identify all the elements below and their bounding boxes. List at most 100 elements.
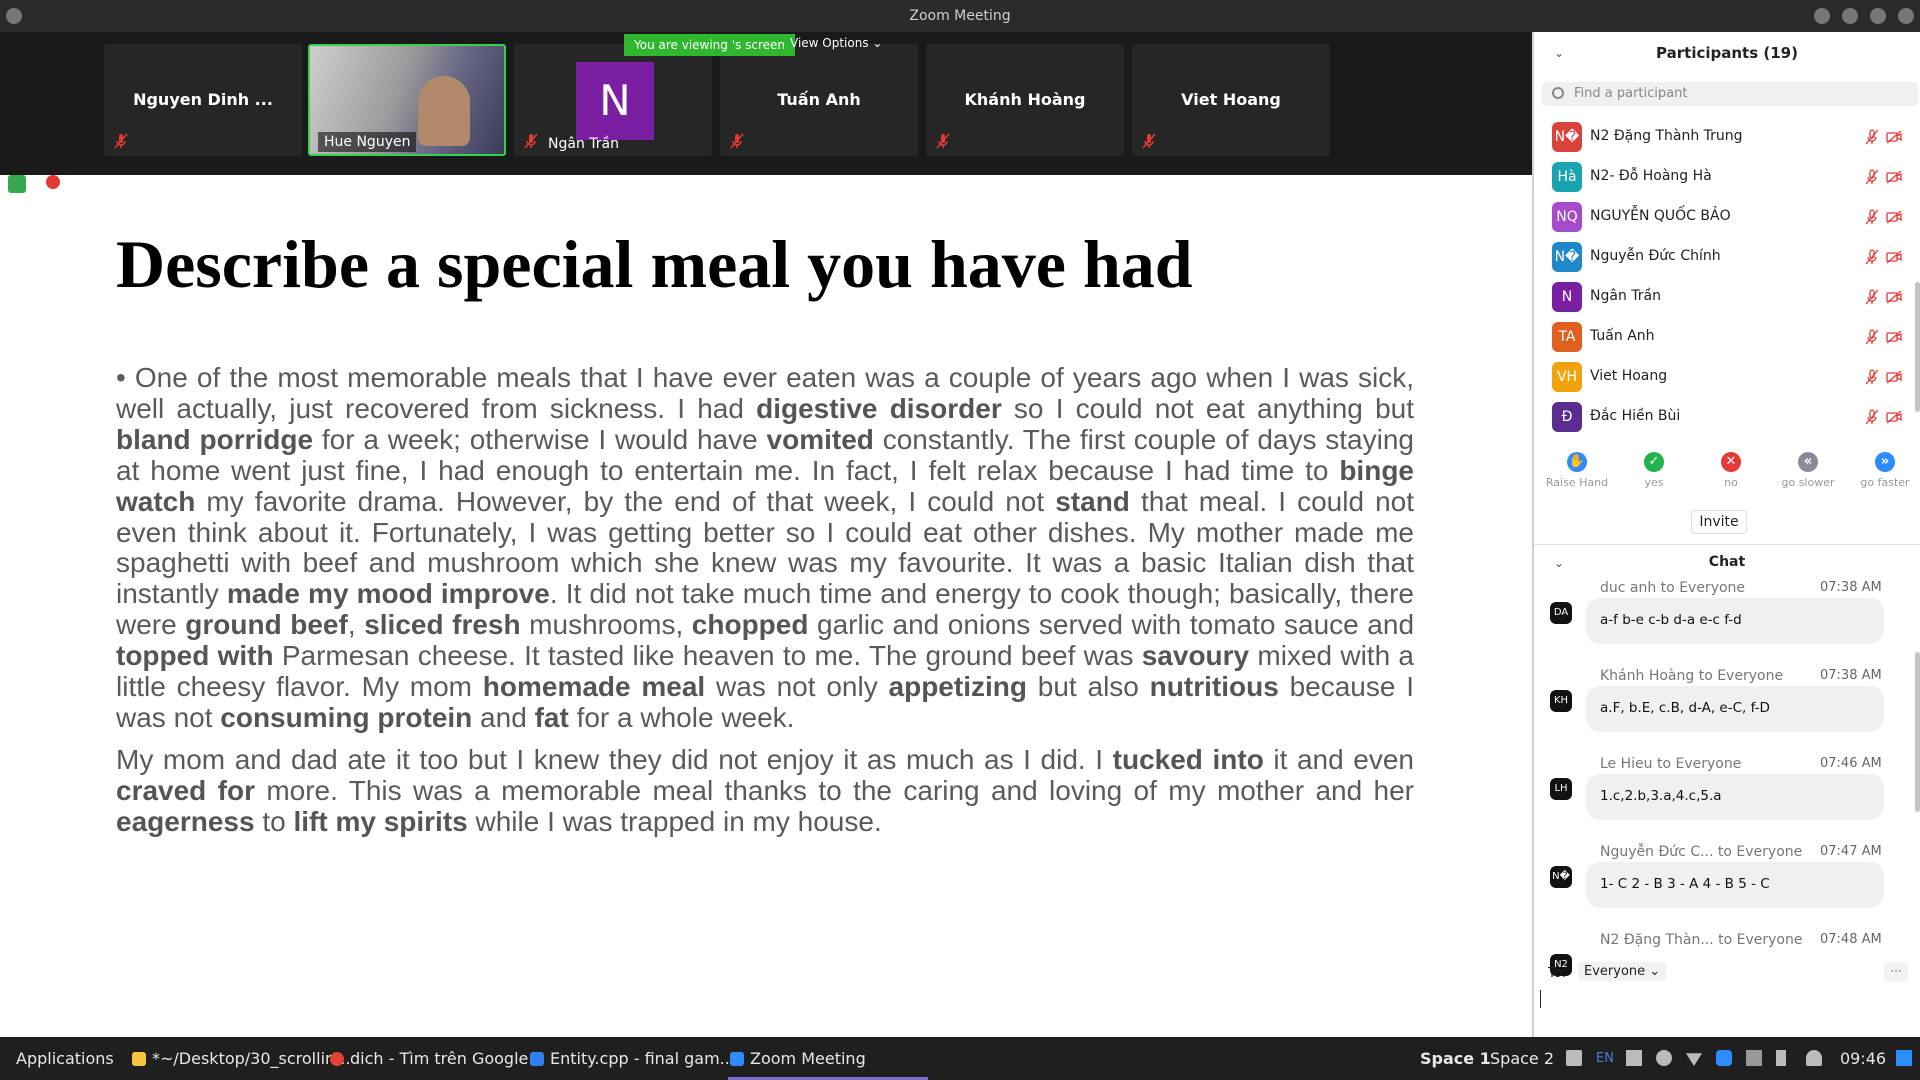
workspace-1[interactable]: Space 1 bbox=[1420, 1049, 1491, 1068]
invite-button[interactable]: Invite bbox=[1691, 510, 1747, 534]
volume-icon[interactable] bbox=[1566, 1050, 1582, 1066]
participant-row[interactable]: Hà N2- Đỗ Hoàng Hà bbox=[1534, 156, 1914, 196]
keyboard-layout[interactable]: EN bbox=[1596, 1051, 1614, 1066]
avatar: LH bbox=[1550, 778, 1572, 800]
video-off-icon[interactable] bbox=[1886, 209, 1902, 225]
muted-mic-icon[interactable] bbox=[1864, 289, 1880, 305]
bullet: • bbox=[116, 362, 126, 393]
video-tile-active-speaker[interactable]: Hue Nguyen bbox=[308, 44, 506, 156]
participant-row[interactable]: VH Viet Hoang bbox=[1534, 356, 1914, 396]
feedback-yes-button[interactable]: ✓ yes bbox=[1619, 452, 1689, 489]
message-bubble[interactable]: 1- C 2 - B 3 - A 4 - B 5 - C bbox=[1586, 862, 1884, 908]
taskbar-item-label: dich - Tìm trên Google... bbox=[350, 1049, 544, 1068]
video-off-icon[interactable] bbox=[1886, 249, 1902, 265]
muted-mic-icon[interactable] bbox=[1864, 409, 1880, 425]
feedback-raise-hand-button[interactable]: ✋ Raise Hand bbox=[1542, 452, 1612, 489]
participant-name: Tuấn Anh bbox=[777, 90, 861, 109]
chat-input[interactable] bbox=[1540, 990, 1541, 1008]
video-tile[interactable]: N Ngân Trần bbox=[514, 44, 712, 156]
app-indicator-icon[interactable] bbox=[1626, 1050, 1642, 1066]
muted-mic-icon[interactable] bbox=[1864, 249, 1880, 265]
video-off-icon[interactable] bbox=[1886, 369, 1902, 385]
participant-scrollbar[interactable] bbox=[1915, 282, 1920, 412]
muted-mic-icon bbox=[936, 133, 950, 149]
message-sender: duc anh to Everyone bbox=[1600, 580, 1746, 596]
video-off-icon[interactable] bbox=[1886, 129, 1902, 145]
participant-row[interactable]: N Ngân Trần bbox=[1534, 276, 1914, 316]
participant-name: Viet Hoang bbox=[1181, 90, 1281, 109]
avatar: N� bbox=[1552, 242, 1582, 272]
video-tile[interactable]: Nguyen Dinh ... bbox=[104, 44, 302, 156]
avatar: Đ bbox=[1552, 402, 1582, 432]
video-off-icon[interactable] bbox=[1886, 409, 1902, 425]
minimize-icon[interactable] bbox=[1814, 8, 1830, 24]
participant-row[interactable]: N� Nguyễn Đức Chính bbox=[1534, 236, 1914, 276]
muted-mic-icon[interactable] bbox=[1864, 129, 1880, 145]
video-off-icon[interactable] bbox=[1886, 329, 1902, 345]
feedback-go-slower-button[interactable]: « go slower bbox=[1773, 452, 1843, 489]
raise-hand-icon: ✋ bbox=[1567, 452, 1587, 472]
participant-row[interactable]: N� N2 Đặng Thành Trung bbox=[1534, 116, 1914, 156]
message-bubble[interactable]: a.F, b.E, c.B, d-A, e-C, f-D bbox=[1586, 686, 1884, 732]
window-titlebar: Zoom Meeting bbox=[0, 0, 1920, 32]
muted-mic-icon[interactable] bbox=[1864, 209, 1880, 225]
message-time: 07:38 AM bbox=[1820, 580, 1882, 595]
notification-icon[interactable] bbox=[1806, 1050, 1822, 1066]
view-options-button[interactable]: View Options ⌄ bbox=[790, 36, 882, 50]
participant-row[interactable]: TA Tuấn Anh bbox=[1534, 316, 1914, 356]
battery-icon[interactable] bbox=[1776, 1050, 1786, 1066]
video-off-icon[interactable] bbox=[1886, 289, 1902, 305]
taskbar-item[interactable]: Entity.cpp - final gam... bbox=[530, 1049, 735, 1068]
clock: 09:46 bbox=[1840, 1049, 1887, 1068]
feedback-label: go faster bbox=[1860, 476, 1910, 489]
slide-title: Describe a special meal you have had bbox=[116, 226, 1193, 302]
feedback-no-button[interactable]: ✕ no bbox=[1696, 452, 1766, 489]
feedback-go-faster-button[interactable]: » go faster bbox=[1850, 452, 1920, 489]
muted-mic-icon[interactable] bbox=[1864, 169, 1880, 185]
participant-name: Đắc Hiền Bùi bbox=[1590, 408, 1681, 424]
show-desktop-icon[interactable] bbox=[1896, 1050, 1912, 1066]
maximize-icon[interactable] bbox=[1842, 8, 1858, 24]
attachment-icon[interactable] bbox=[1656, 1050, 1672, 1066]
taskbar-item-active[interactable]: Zoom Meeting bbox=[730, 1049, 866, 1068]
feedback-label: yes bbox=[1644, 476, 1664, 489]
message-bubble[interactable]: 1.c,2.b,3.a,4.c,5.a bbox=[1586, 774, 1884, 820]
participant-row[interactable]: Đ Đắc Hiền Bùi bbox=[1534, 396, 1914, 436]
chat-message: KH Khánh Hoàng to Everyone 07:38 AM a.F, b.… bbox=[1534, 664, 1914, 752]
workspace-2[interactable]: Space 2 bbox=[1490, 1049, 1554, 1068]
message-bubble[interactable]: a-f b-e c-b d-a e-c f-d bbox=[1586, 598, 1884, 644]
video-off-icon[interactable] bbox=[1886, 169, 1902, 185]
zoom-tray-icon[interactable] bbox=[1716, 1050, 1732, 1066]
muted-mic-icon[interactable] bbox=[1864, 329, 1880, 345]
wifi-icon[interactable] bbox=[1686, 1053, 1702, 1066]
more-options-button[interactable]: ··· bbox=[1884, 962, 1908, 982]
avatar: Hà bbox=[1552, 162, 1582, 192]
bluetooth-icon[interactable] bbox=[1746, 1050, 1762, 1066]
message-sender: Le Hieu to Everyone bbox=[1600, 756, 1742, 772]
participant-name: Nguyen Dinh ... bbox=[133, 90, 273, 109]
taskbar-item[interactable]: *~/Desktop/30_scrollin... bbox=[132, 1049, 350, 1068]
participant-row[interactable]: NQ NGUYỄN QUỐC BẢO bbox=[1534, 196, 1914, 236]
participant-search-input[interactable]: Find a participant bbox=[1542, 82, 1918, 106]
video-tile[interactable]: Khánh Hoàng bbox=[926, 44, 1124, 156]
taskbar-item-label: Zoom Meeting bbox=[750, 1049, 866, 1068]
chat-message: N� Nguyễn Đức C... to Everyone 07:47 AM 1- … bbox=[1534, 840, 1914, 928]
participant-list: N� N2 Đặng Thành Trung Hà N2- Đỗ Hoàng Hà NQ… bbox=[1534, 116, 1914, 436]
muted-mic-icon[interactable] bbox=[1864, 369, 1880, 385]
go-faster-icon: » bbox=[1875, 452, 1895, 472]
feedback-label: go slower bbox=[1781, 476, 1835, 489]
recipient-select[interactable]: Everyone ⌄ bbox=[1578, 962, 1667, 981]
restore-icon[interactable] bbox=[1870, 8, 1886, 24]
chat-message: DA duc anh to Everyone 07:38 AM a-f b-e c-b… bbox=[1534, 576, 1914, 664]
message-time: 07:48 AM bbox=[1820, 932, 1882, 947]
viewing-screen-banner: You are viewing 's screen bbox=[624, 34, 795, 56]
video-tile[interactable]: Viet Hoang bbox=[1132, 44, 1330, 156]
participants-header: Participants (19) bbox=[1656, 44, 1798, 62]
close-icon[interactable] bbox=[1898, 8, 1914, 24]
taskbar-item[interactable]: dich - Tìm trên Google... bbox=[330, 1049, 544, 1068]
video-tile[interactable]: Tuấn Anh bbox=[720, 44, 918, 156]
no-icon: ✕ bbox=[1721, 452, 1741, 472]
shield-icon[interactable] bbox=[8, 175, 26, 193]
applications-menu[interactable]: Applications bbox=[16, 1049, 114, 1068]
chat-scrollbar[interactable] bbox=[1915, 652, 1920, 812]
